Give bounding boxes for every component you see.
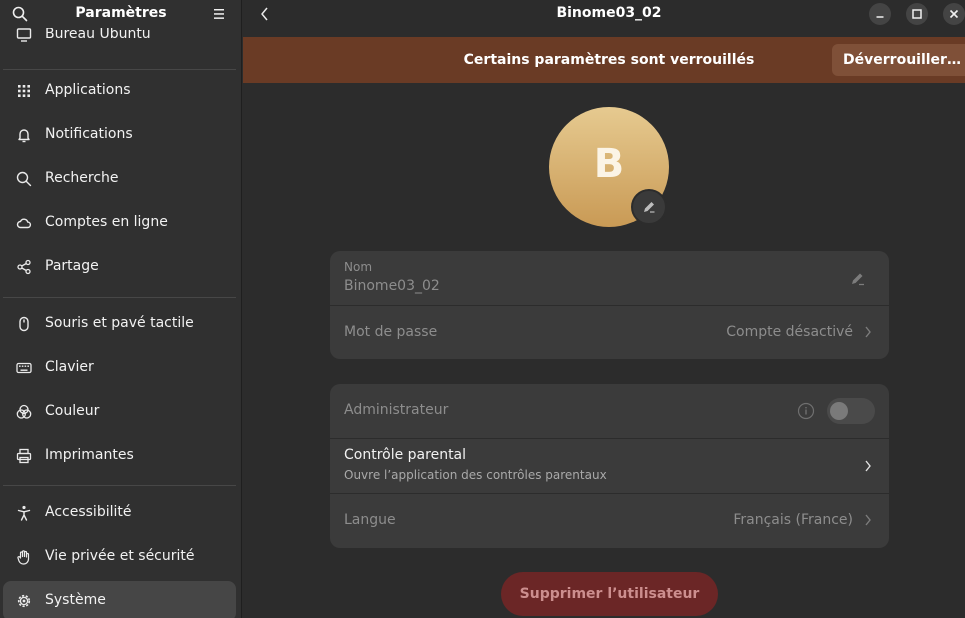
name-row[interactable]: Nom Binome03_02: [330, 251, 889, 305]
sidebar-item-label: Accessibilité: [45, 504, 132, 520]
cloud-icon: [16, 215, 32, 231]
chevron-right-icon: [863, 512, 873, 528]
sidebar-item-vie-privee[interactable]: Vie privée et sécurité: [3, 537, 236, 577]
search-icon: [16, 171, 32, 187]
sidebar-divider: [3, 69, 236, 70]
sidebar-item-applications[interactable]: Applications: [3, 71, 236, 111]
admin-toggle[interactable]: [827, 398, 875, 424]
parental-control-title: Contrôle parental: [344, 447, 467, 463]
delete-user-button[interactable]: Supprimer l’utilisateur: [501, 572, 718, 616]
sidebar-item-label: Applications: [45, 82, 131, 98]
account-card: Nom Binome03_02 Mot de passe Compte désa…: [330, 251, 889, 359]
mouse-icon: [16, 316, 32, 332]
sidebar-item-label: Recherche: [45, 170, 119, 186]
sidebar-item-comptes-en-ligne[interactable]: Comptes en ligne: [3, 203, 236, 243]
sidebar-item-systeme[interactable]: Système: [3, 581, 236, 618]
sidebar-divider: [3, 297, 236, 298]
password-row[interactable]: Mot de passe Compte désactivé: [330, 306, 889, 359]
edit-name-icon[interactable]: [850, 271, 866, 287]
minimize-button[interactable]: [869, 3, 891, 25]
sidebar-title: Paramètres: [75, 5, 167, 21]
sidebar-list: Bureau Ubuntu Applications Notifications: [0, 28, 242, 618]
share-icon: [16, 259, 32, 275]
toggle-knob: [830, 402, 848, 420]
bell-icon: [16, 127, 32, 143]
page-title: Binome03_02: [556, 5, 662, 21]
language-label: Langue: [344, 512, 396, 528]
name-caption: Nom: [344, 260, 373, 274]
chevron-right-icon: [863, 324, 873, 340]
sidebar-divider: [3, 485, 236, 486]
sidebar-header: Paramètres: [0, 0, 242, 28]
hand-icon: [16, 549, 32, 565]
keyboard-icon: [16, 360, 32, 376]
password-value: Compte désactivé: [726, 324, 853, 340]
language-value: Français (France): [733, 512, 853, 528]
color-icon: [16, 404, 32, 420]
sidebar-item-label: Vie privée et sécurité: [45, 548, 195, 564]
parental-control-subtitle: Ouvre l’application des contrôles parent…: [344, 468, 607, 482]
sidebar-item-label: Couleur: [45, 403, 100, 419]
gear-icon: [16, 593, 32, 609]
sidebar-item-label: Système: [45, 592, 106, 608]
sidebar-item-notifications[interactable]: Notifications: [3, 115, 236, 155]
settings-card: Administrateur Contrôle parental Ouvre l…: [330, 384, 889, 548]
desktop-icon: [16, 28, 32, 43]
sidebar-item-label: Partage: [45, 258, 99, 274]
admin-label: Administrateur: [344, 402, 449, 418]
sidebar-item-bureau-ubuntu[interactable]: Bureau Ubuntu: [3, 28, 236, 55]
sidebar-item-label: Imprimantes: [45, 447, 134, 463]
close-icon: [949, 9, 959, 19]
sidebar-item-souris[interactable]: Souris et pavé tactile: [3, 304, 236, 344]
grid-icon: [16, 83, 32, 99]
close-button[interactable]: [943, 3, 965, 25]
printer-icon: [16, 448, 32, 464]
avatar-edit-button[interactable]: [631, 189, 667, 225]
maximize-icon: [912, 9, 922, 19]
password-label: Mot de passe: [344, 324, 438, 340]
sidebar-item-label: Souris et pavé tactile: [45, 315, 194, 331]
chevron-right-icon: [863, 458, 873, 474]
sidebar-item-label: Notifications: [45, 126, 133, 142]
sidebar-item-couleur[interactable]: Couleur: [3, 392, 236, 432]
unlock-button[interactable]: Déverrouiller…: [832, 44, 965, 76]
pencil-icon: [644, 202, 655, 213]
avatar-letter: B: [593, 141, 625, 187]
name-value: Binome03_02: [344, 278, 440, 294]
sidebar-item-label: Bureau Ubuntu: [45, 28, 151, 42]
sidebar-item-accessibilite[interactable]: Accessibilité: [3, 493, 236, 533]
sidebar-item-imprimantes[interactable]: Imprimantes: [3, 436, 236, 476]
sidebar-item-recherche[interactable]: Recherche: [3, 159, 236, 199]
maximize-button[interactable]: [906, 3, 928, 25]
hamburger-menu-icon[interactable]: [211, 6, 227, 22]
accessibility-icon: [16, 505, 32, 521]
parental-control-row[interactable]: Contrôle parental Ouvre l’application de…: [330, 439, 889, 493]
content-header: Binome03_02: [243, 0, 965, 28]
info-icon[interactable]: [797, 402, 815, 420]
locked-banner: Certains paramètres sont verrouillés Dév…: [243, 37, 965, 83]
sidebar-item-label: Comptes en ligne: [45, 214, 168, 230]
sidebar-item-clavier[interactable]: Clavier: [3, 348, 236, 388]
minimize-icon: [876, 16, 884, 18]
settings-window: Paramètres Bureau Ubuntu Applications No…: [0, 0, 965, 618]
admin-row: Administrateur: [330, 384, 889, 438]
sidebar-item-partage[interactable]: Partage: [3, 247, 236, 287]
language-row[interactable]: Langue Français (France): [330, 494, 889, 548]
sidebar: Paramètres Bureau Ubuntu Applications No…: [0, 0, 242, 618]
sidebar-item-label: Clavier: [45, 359, 94, 375]
